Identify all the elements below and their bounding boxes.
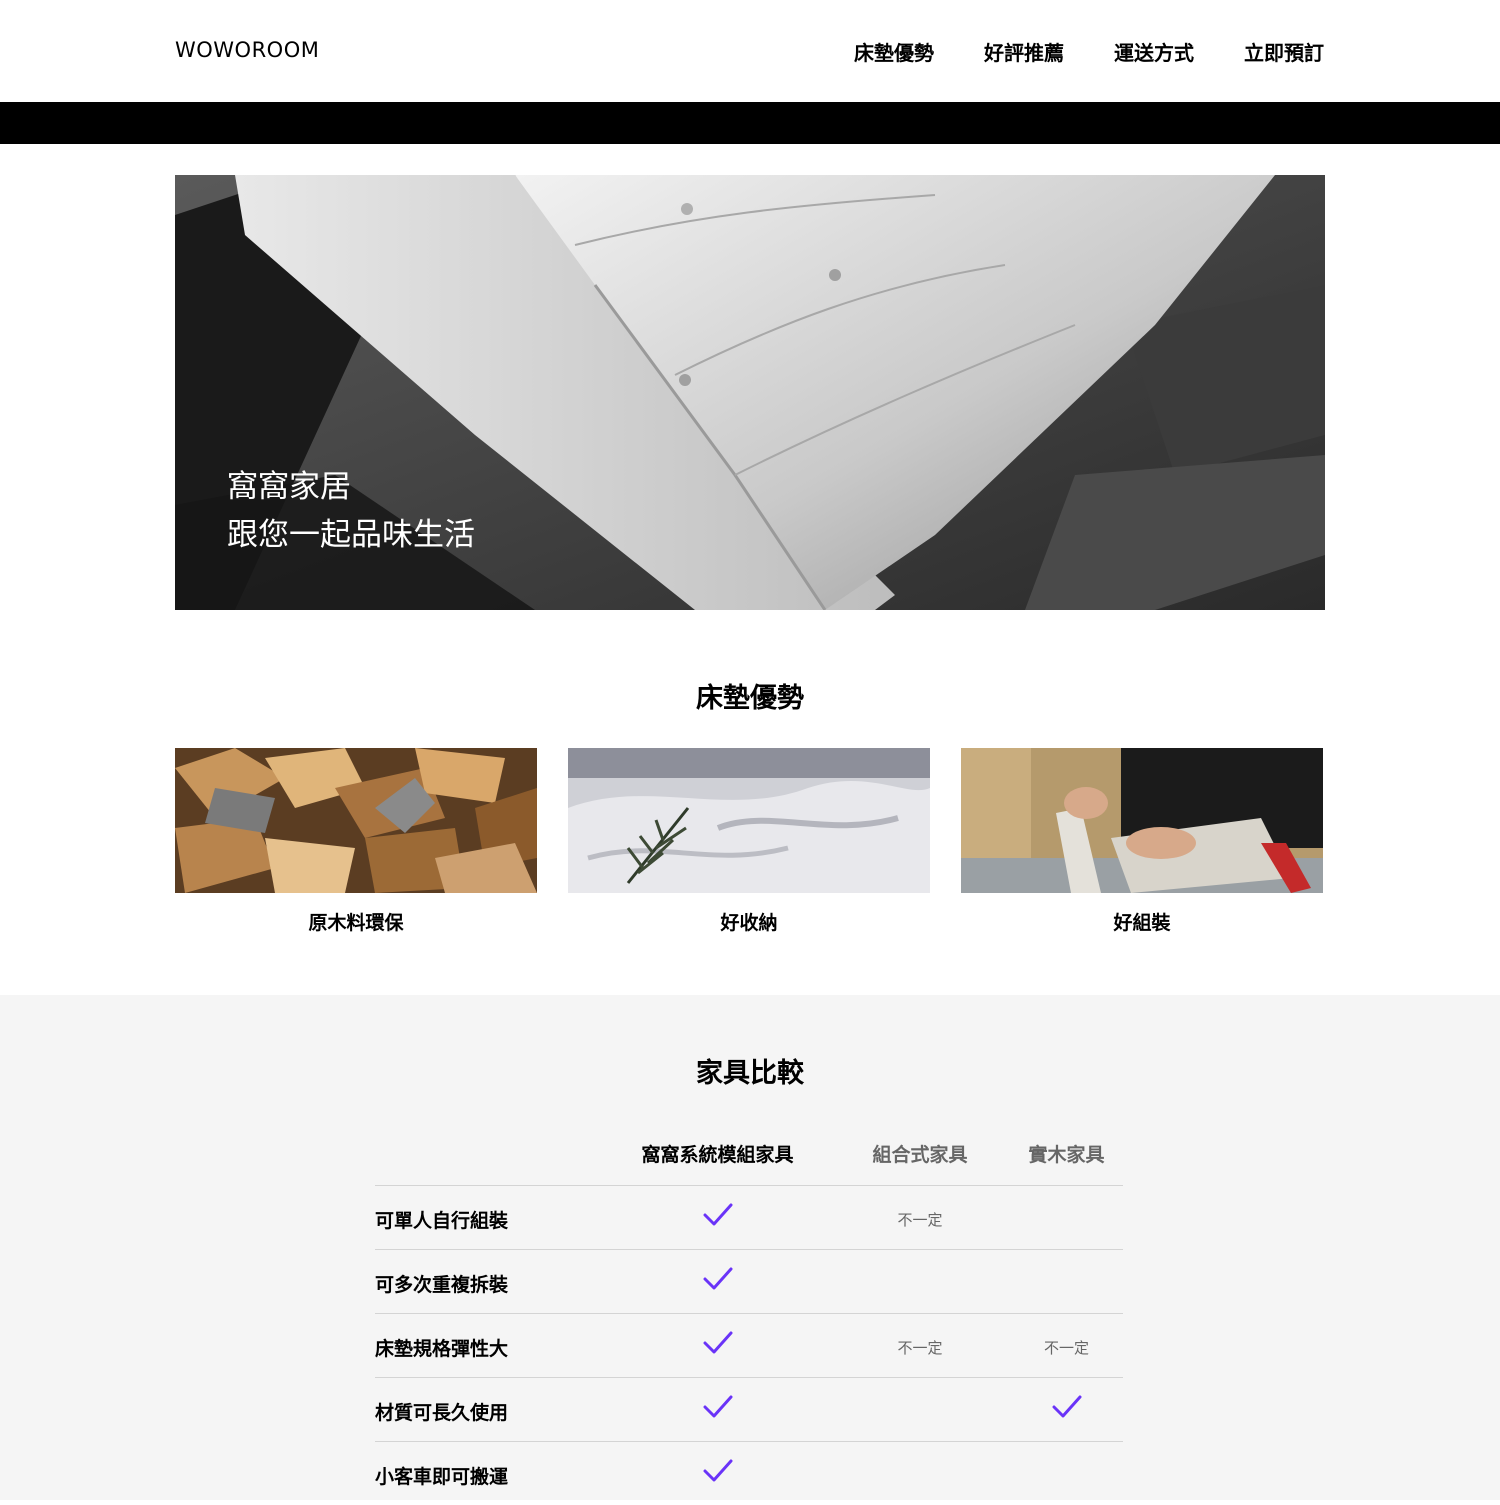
check-cell bbox=[605, 1184, 830, 1249]
check-icon bbox=[1052, 1395, 1081, 1417]
table-row: 材質可長久使用 bbox=[375, 1376, 1123, 1441]
empty-cell bbox=[830, 1376, 1010, 1441]
check-cell bbox=[605, 1248, 830, 1313]
comparison-body: 可單人自行組裝 不一定 可多次重複拆裝 床墊規格彈性大 不一定 不一定 材質可長久使用 小客車… bbox=[375, 1184, 1123, 1505]
column-header: 組合式家具 bbox=[872, 1144, 968, 1166]
hero-heading: 窩窩家居 跟您一起品味生活 bbox=[227, 463, 475, 559]
logo-link[interactable]: WOWOROOM bbox=[175, 38, 319, 62]
check-icon bbox=[703, 1459, 732, 1482]
check-cell bbox=[1010, 1376, 1123, 1441]
site-header: WOWOROOM 床墊優勢 好評推薦 運送方式 立即預訂 bbox=[0, 0, 1500, 102]
feature-label: 原木料環保 bbox=[308, 912, 404, 934]
check-cell bbox=[605, 1440, 830, 1505]
empty-cell bbox=[1010, 1184, 1123, 1249]
maybe-cell: 不一定 bbox=[1010, 1312, 1123, 1377]
feature-label: 好組裝 bbox=[1113, 912, 1171, 934]
check-cell bbox=[605, 1312, 830, 1377]
nav-link-shipping[interactable]: 運送方式 bbox=[1114, 37, 1194, 66]
hero-line-1: 窩窩家居 bbox=[227, 469, 351, 505]
feature-label: 好收納 bbox=[720, 912, 778, 934]
empty-header-cell bbox=[375, 1135, 605, 1185]
row-label: 可單人自行組裝 bbox=[375, 1184, 605, 1249]
woodworking-image bbox=[961, 748, 1323, 893]
features-title: 床墊優勢 bbox=[696, 683, 804, 714]
column-header: 實木家具 bbox=[1028, 1144, 1105, 1166]
check-cell bbox=[605, 1376, 830, 1441]
maybe-cell: 不一定 bbox=[830, 1312, 1010, 1377]
maybe-cell: 不一定 bbox=[830, 1184, 1010, 1249]
check-icon bbox=[703, 1203, 732, 1225]
check-icon bbox=[703, 1267, 732, 1289]
comparison-section: 家具比較 窩窩系統模組家具 組合式家具 實木家具 可單人自行組裝 不一定 可多次重複… bbox=[0, 995, 1500, 1505]
nav-link-advantages[interactable]: 床墊優勢 bbox=[854, 37, 934, 66]
empty-cell bbox=[1010, 1440, 1123, 1505]
row-label: 小客車即可搬運 bbox=[375, 1440, 605, 1505]
check-icon bbox=[703, 1331, 732, 1353]
feature-card-wood: 原木料環保 bbox=[175, 748, 537, 935]
table-row: 可單人自行組裝 不一定 bbox=[375, 1184, 1123, 1249]
row-label: 材質可長久使用 bbox=[375, 1376, 605, 1441]
nav-link-reviews[interactable]: 好評推薦 bbox=[984, 37, 1064, 66]
check-icon bbox=[703, 1395, 732, 1417]
nav-link-order[interactable]: 立即預訂 bbox=[1244, 37, 1324, 66]
table-header-row: 窩窩系統模組家具 組合式家具 實木家具 bbox=[375, 1135, 1123, 1185]
column-header: 窩窩系統模組家具 bbox=[641, 1144, 794, 1166]
black-banner-strip bbox=[0, 102, 1500, 144]
table-row: 床墊規格彈性大 不一定 不一定 bbox=[375, 1312, 1123, 1377]
empty-cell bbox=[830, 1248, 1010, 1313]
main-nav: 床墊優勢 好評推薦 運送方式 立即預訂 bbox=[854, 37, 1324, 66]
firewood-image bbox=[175, 748, 537, 893]
comparison-title: 家具比較 bbox=[696, 1058, 804, 1089]
hero-line-2: 跟您一起品味生活 bbox=[227, 517, 475, 553]
table-row: 小客車即可搬運 bbox=[375, 1440, 1123, 1505]
comparison-table: 窩窩系統模組家具 組合式家具 實木家具 可單人自行組裝 不一定 可多次重複拆裝 床墊規… bbox=[375, 1135, 1123, 1505]
features-list: 原木料環保 好收納 好組裝 bbox=[175, 748, 1325, 935]
feature-card-storage: 好收納 bbox=[568, 748, 930, 935]
hero-banner: 窩窩家居 跟您一起品味生活 bbox=[175, 175, 1325, 610]
bedding-image bbox=[568, 748, 930, 893]
row-label: 床墊規格彈性大 bbox=[375, 1312, 605, 1377]
row-label: 可多次重複拆裝 bbox=[375, 1248, 605, 1313]
empty-cell bbox=[830, 1440, 1010, 1505]
table-row: 可多次重複拆裝 bbox=[375, 1248, 1123, 1313]
empty-cell bbox=[1010, 1248, 1123, 1313]
feature-card-assembly: 好組裝 bbox=[961, 748, 1323, 935]
